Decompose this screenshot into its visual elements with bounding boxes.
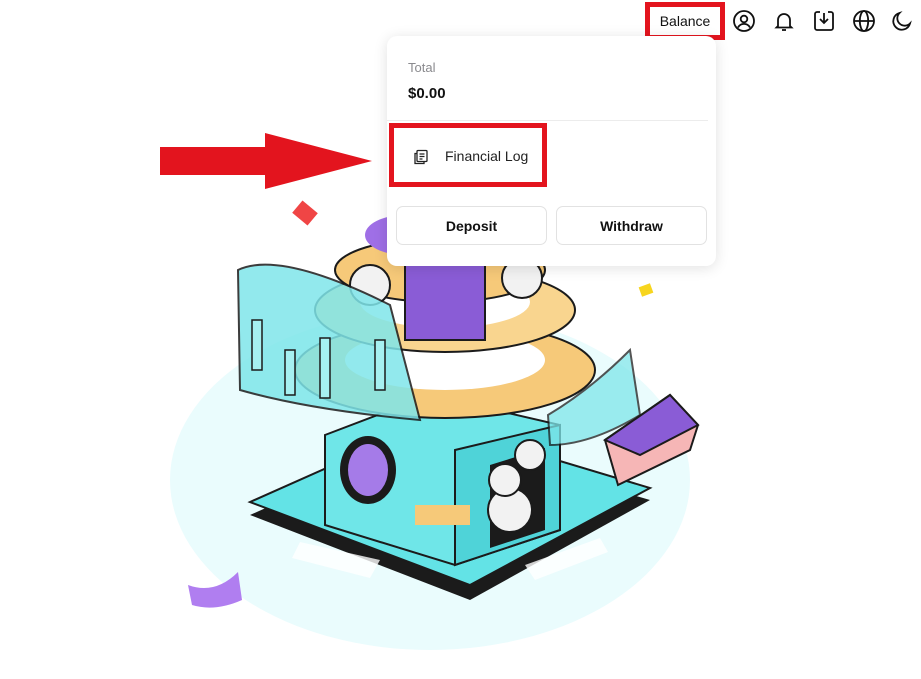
balance-button[interactable]: Balance (645, 2, 725, 40)
download-icon[interactable] (812, 9, 836, 33)
financial-log-label: Financial Log (445, 148, 529, 164)
user-icon[interactable] (732, 9, 756, 33)
document-icon (413, 149, 429, 165)
moon-icon[interactable] (890, 9, 914, 33)
total-label: Total (408, 60, 436, 75)
bell-icon[interactable] (772, 9, 796, 33)
financial-log-item[interactable]: Financial Log (389, 123, 547, 187)
globe-icon[interactable] (852, 9, 876, 33)
red-arrow-annotation (160, 133, 372, 189)
deposit-button[interactable]: Deposit (396, 206, 547, 245)
total-value: $0.00 (408, 85, 446, 102)
balance-dropdown: Total $0.00 Financial Log Deposit Withdr… (387, 36, 716, 266)
withdraw-button[interactable]: Withdraw (556, 206, 707, 245)
divider (387, 120, 708, 121)
